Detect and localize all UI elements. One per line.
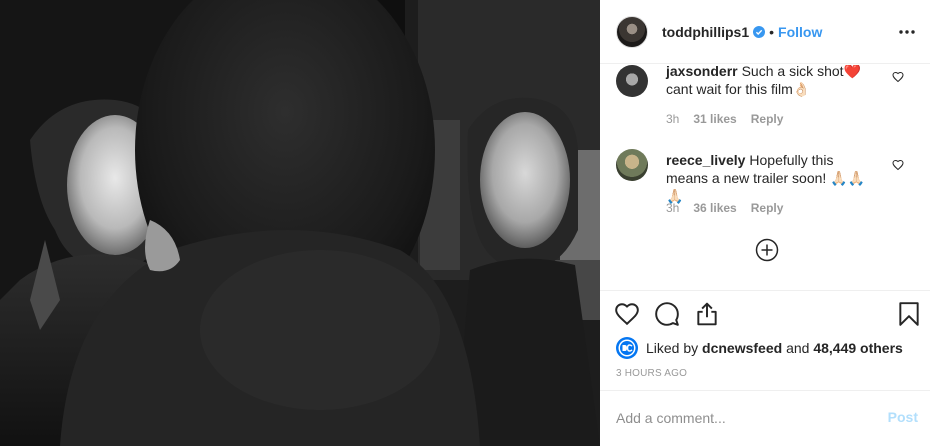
follow-button[interactable]: Follow — [778, 24, 822, 40]
reply-button[interactable]: Reply — [751, 112, 784, 126]
comment-like-icon[interactable] — [892, 71, 904, 83]
liked-by-prefix: Liked by — [646, 340, 699, 356]
comment-meta: 3h 36 likes Reply — [666, 201, 783, 215]
add-comment-bar: Post — [600, 390, 930, 446]
reply-button[interactable]: Reply — [751, 201, 784, 215]
post-comment-button[interactable]: Post — [888, 409, 918, 425]
comment-likes[interactable]: 31 likes — [693, 112, 736, 126]
verified-badge-icon — [753, 25, 766, 38]
like-heart-icon[interactable] — [614, 301, 640, 327]
commenter-avatar[interactable] — [616, 65, 648, 97]
author-avatar[interactable] — [616, 15, 648, 48]
save-bookmark-icon[interactable] — [896, 301, 922, 327]
comments-list[interactable]: jaxsonderr Such a sick shot❤️ cant wait f… — [600, 65, 930, 290]
comment-time: 3h — [666, 201, 680, 215]
comment-input[interactable] — [616, 407, 866, 429]
post-side-panel: toddphillips1 • Follow jaxsonderr Such a … — [600, 0, 930, 446]
author-username[interactable]: toddphillips1 — [662, 24, 749, 40]
comment-meta: 3h 31 likes Reply — [666, 112, 783, 126]
commenter-username[interactable]: jaxsonderr — [666, 65, 738, 79]
comment-likes[interactable]: 36 likes — [693, 201, 736, 215]
post-photo-illustration — [0, 0, 600, 446]
post-timestamp[interactable]: 3 HOURS AGO — [616, 368, 687, 379]
comment-text: jaxsonderr Such a sick shot❤️ cant wait f… — [666, 65, 876, 98]
more-options-icon[interactable] — [898, 22, 916, 42]
commenter-avatar[interactable] — [616, 149, 648, 181]
load-more-comments-icon[interactable] — [755, 238, 779, 262]
share-icon[interactable] — [694, 301, 720, 327]
liked-by-user[interactable]: dcnewsfeed — [702, 340, 782, 356]
likes-count[interactable]: 48,449 others — [813, 340, 903, 356]
commenter-username[interactable]: reece_lively — [666, 152, 745, 168]
comment-bubble-icon[interactable] — [654, 301, 680, 327]
header-separator: • — [769, 23, 775, 40]
comment-time: 3h — [666, 112, 680, 126]
dcnewsfeed-avatar-icon[interactable] — [616, 337, 638, 359]
post-header: toddphillips1 • Follow — [600, 0, 930, 64]
post-photo[interactable] — [0, 0, 600, 446]
comment-like-icon[interactable] — [892, 159, 904, 171]
post-actions-bar — [600, 290, 930, 332]
likes-summary: Liked by dcnewsfeed and 48,449 others — [616, 337, 903, 359]
liked-by-conjunction: and — [786, 340, 810, 356]
comment-text: reece_lively Hopefully this means a new t… — [666, 151, 876, 205]
